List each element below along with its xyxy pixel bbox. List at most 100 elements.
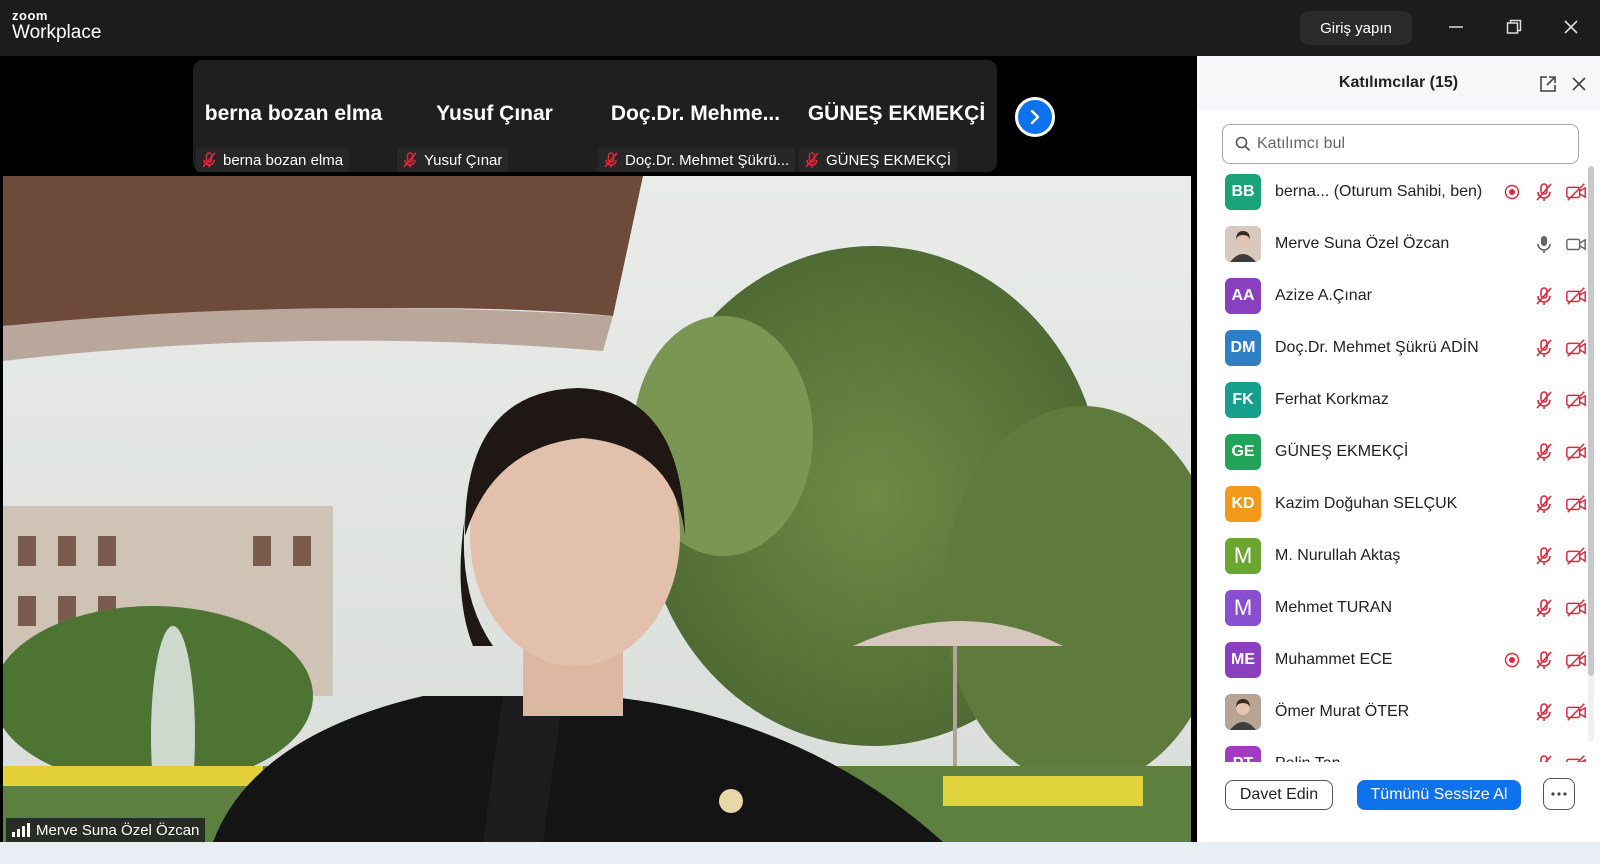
mic-off-icon	[604, 152, 618, 168]
participant-name: berna... (Oturum Sahibi, ben)	[1275, 183, 1483, 200]
tile-label: Doç.Dr. Mehmet Şükrü...	[598, 148, 796, 172]
participant-row[interactable]: KD Kazim Doğuhan SELÇUK	[1197, 478, 1587, 530]
video-off-icon[interactable]	[1565, 337, 1587, 359]
tile-name: Doç.Dr. Mehme...	[610, 102, 781, 125]
popout-icon[interactable]	[1537, 73, 1559, 95]
avatar	[1225, 226, 1261, 262]
video-off-icon[interactable]	[1565, 753, 1587, 762]
mic-off-icon	[202, 152, 216, 168]
participant-row[interactable]: BB berna... (Oturum Sahibi, ben)	[1197, 166, 1587, 218]
participant-row[interactable]: FK Ferhat Korkmaz	[1197, 374, 1587, 426]
tile-label-text: berna bozan elma	[223, 151, 344, 169]
tile-name: berna bozan elma	[204, 102, 383, 125]
participant-status-icons	[1533, 389, 1587, 411]
video-off-icon[interactable]	[1565, 389, 1587, 411]
participant-status-icons	[1533, 701, 1587, 723]
meeting-stage: berna bozan elma berna bozan elma Yusuf …	[0, 56, 1197, 842]
minimize-icon[interactable]	[1438, 10, 1474, 44]
participant-status-icons	[1533, 233, 1587, 255]
mic-off-icon[interactable]	[1533, 337, 1555, 359]
video-off-icon[interactable]	[1565, 545, 1587, 567]
participant-name: Mehmet TURAN	[1275, 599, 1393, 616]
participant-list-scrollbar[interactable]	[1588, 166, 1594, 742]
video-off-icon[interactable]	[1565, 285, 1587, 307]
mic-off-icon[interactable]	[1533, 649, 1555, 671]
avatar: AA	[1225, 278, 1261, 314]
mic-off-icon[interactable]	[1533, 389, 1555, 411]
sign-in-button[interactable]: Giriş yapın	[1300, 11, 1412, 45]
close-panel-icon[interactable]	[1568, 73, 1590, 95]
video-off-icon[interactable]	[1565, 181, 1587, 203]
participant-row[interactable]: DM Doç.Dr. Mehmet Şükrü ADİN	[1197, 322, 1587, 374]
video-off-icon[interactable]	[1565, 441, 1587, 463]
restore-icon[interactable]	[1496, 10, 1532, 44]
participant-name: GÜNEŞ EKMEKÇİ	[1275, 443, 1409, 460]
participant-row[interactable]: M M. Nurullah Aktaş	[1197, 530, 1587, 582]
tile-label: GÜNEŞ EKMEKÇİ	[799, 148, 958, 172]
logo-zoom-text: zoom	[12, 8, 48, 23]
mic-off-icon[interactable]	[1533, 597, 1555, 619]
gallery-tile[interactable]: berna bozan elma berna bozan elma	[193, 60, 394, 172]
gallery-next-button[interactable]	[1015, 97, 1055, 137]
participant-status-icons	[1533, 441, 1587, 463]
mic-icon[interactable]	[1533, 233, 1555, 255]
gallery-tile[interactable]: Yusuf Çınar Yusuf Çınar	[394, 60, 595, 172]
avatar: DM	[1225, 330, 1261, 366]
video-off-icon[interactable]	[1565, 649, 1587, 671]
mic-off-icon	[805, 152, 819, 168]
recording-icon	[1501, 181, 1523, 203]
avatar: M	[1225, 538, 1261, 574]
participant-row[interactable]: AA Azize A.Çınar	[1197, 270, 1587, 322]
video-icon[interactable]	[1565, 233, 1587, 255]
participant-status-icons	[1533, 545, 1587, 567]
mic-off-icon[interactable]	[1533, 285, 1555, 307]
gallery-tile[interactable]: GÜNEŞ EKMEKÇİ GÜNEŞ EKMEKÇİ	[796, 60, 997, 172]
tile-name: Yusuf Çınar	[436, 102, 553, 125]
participant-status-icons	[1533, 753, 1587, 762]
mic-off-icon[interactable]	[1533, 441, 1555, 463]
signal-icon	[12, 823, 30, 837]
participant-name: Kazim Doğuhan SELÇUK	[1275, 495, 1458, 512]
video-off-icon[interactable]	[1565, 493, 1587, 515]
recording-icon	[1501, 649, 1523, 671]
participant-name: Ömer Murat ÖTER	[1275, 703, 1410, 720]
mic-off-icon[interactable]	[1533, 493, 1555, 515]
participant-name: Muhammet ECE	[1275, 651, 1393, 668]
gallery-tile[interactable]: Doç.Dr. Mehme... Doç.Dr. Mehmet Şükrü...	[595, 60, 796, 172]
participant-row[interactable]: PT Pelin Tan	[1197, 738, 1587, 762]
tile-label-text: Doç.Dr. Mehmet Şükrü...	[625, 151, 790, 169]
avatar: PT	[1225, 746, 1261, 762]
mute-all-button[interactable]: Tümünü Sessize Al	[1357, 780, 1521, 810]
participant-row[interactable]: GE GÜNEŞ EKMEKÇİ	[1197, 426, 1587, 478]
video-off-icon[interactable]	[1565, 597, 1587, 619]
participant-search[interactable]	[1222, 124, 1579, 164]
more-icon	[1551, 792, 1567, 796]
video-off-icon[interactable]	[1565, 701, 1587, 723]
participants-header: Katılımcılar (15)	[1197, 56, 1600, 110]
participant-search-input[interactable]	[1257, 135, 1557, 153]
search-icon	[1235, 136, 1251, 152]
speaker-video-frame	[3, 176, 1191, 842]
participant-row[interactable]: Merve Suna Özel Özcan	[1197, 218, 1587, 270]
tile-label: Yusuf Çınar	[397, 148, 509, 172]
tile-label: berna bozan elma	[196, 148, 350, 172]
participant-status-icons	[1533, 337, 1587, 359]
more-options-button[interactable]	[1543, 778, 1575, 810]
close-icon[interactable]	[1553, 10, 1589, 44]
invite-button[interactable]: Davet Edin	[1225, 780, 1333, 810]
mic-off-icon[interactable]	[1533, 545, 1555, 567]
participants-footer: Davet Edin Tümünü Sessize Al	[1197, 762, 1600, 842]
scrollbar-thumb[interactable]	[1588, 166, 1594, 676]
avatar: M	[1225, 590, 1261, 626]
participant-name: Doç.Dr. Mehmet Şükrü ADİN	[1275, 339, 1479, 356]
mic-off-icon[interactable]	[1533, 701, 1555, 723]
participant-row[interactable]: M Mehmet TURAN	[1197, 582, 1587, 634]
mic-off-icon[interactable]	[1533, 753, 1555, 762]
avatar: KD	[1225, 486, 1261, 522]
participant-row[interactable]: Ömer Murat ÖTER	[1197, 686, 1587, 738]
speaker-name-label: Merve Suna Özel Özcan	[6, 818, 206, 842]
participant-status-icons	[1533, 597, 1587, 619]
participant-name: Azize A.Çınar	[1275, 287, 1372, 304]
mic-off-icon[interactable]	[1533, 181, 1555, 203]
participant-row[interactable]: ME Muhammet ECE	[1197, 634, 1587, 686]
